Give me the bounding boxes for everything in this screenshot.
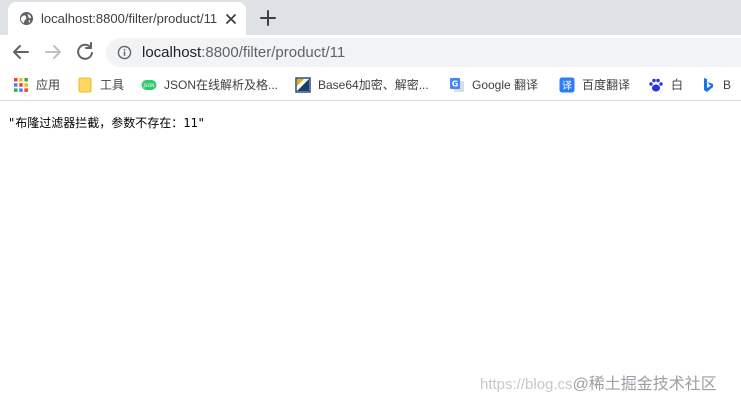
arrow-right-icon[interactable] <box>41 40 65 64</box>
svg-text:译: 译 <box>562 80 572 92</box>
address-bar[interactable]: localhost:8800/filter/product/11 <box>106 38 741 67</box>
bookmark-apps[interactable]: 应用 <box>13 75 60 95</box>
google-translate-icon: G <box>450 78 464 92</box>
tab-active[interactable]: localhost:8800/filter/product/11 <box>8 2 246 35</box>
arrow-left-icon[interactable] <box>9 40 33 64</box>
bookmark-json[interactable]: JSON JSON在线解析及格... <box>141 75 278 95</box>
baidu-paw-icon <box>649 78 663 92</box>
bookmark-label: Base64加密、解密... <box>318 78 429 92</box>
response-body-text: "布隆过滤器拦截，参数不存在：11" <box>8 116 205 130</box>
json-icon: JSON <box>141 80 157 90</box>
reload-icon[interactable] <box>73 40 97 64</box>
tab-strip: localhost:8800/filter/product/11 <box>0 0 741 35</box>
bing-icon <box>704 78 713 92</box>
url-path: :8800/filter/product/11 <box>201 44 346 61</box>
baidu-translate-icon: 译 <box>559 77 575 93</box>
apps-grid-icon <box>14 78 28 92</box>
bookmark-label: Google 翻译 <box>472 78 539 92</box>
base64-icon <box>295 77 311 93</box>
bookmark-bing[interactable]: B <box>700 75 731 95</box>
new-tab-plus-icon[interactable] <box>257 7 279 29</box>
bookmark-label: 百度翻译 <box>582 78 631 92</box>
bookmarks-bar: 应用 工具 JSON JSON在线解析及格... Base64加密、解密... … <box>0 69 741 101</box>
url-host: localhost <box>142 44 202 61</box>
watermark-url: https://blog.cs <box>480 376 573 393</box>
svg-text:G: G <box>452 80 459 89</box>
bookmark-baidu-translate[interactable]: 译 百度翻译 <box>559 75 630 95</box>
tab-title: localhost:8800/filter/product/11 <box>41 11 218 26</box>
bookmark-base64[interactable]: Base64加密、解密... <box>295 75 429 95</box>
bookmark-label: 白 <box>671 78 684 92</box>
bookmark-baidu[interactable]: 白 <box>648 75 683 95</box>
bookmark-label: JSON在线解析及格... <box>164 78 279 92</box>
bookmark-folder-tools[interactable]: 工具 <box>77 75 124 95</box>
bookmark-google-translate[interactable]: G Google 翻译 <box>449 75 538 95</box>
bookmark-label: 工具 <box>100 78 125 92</box>
folder-icon <box>78 77 92 93</box>
close-icon[interactable] <box>222 10 240 28</box>
globe-icon <box>19 11 34 26</box>
browser-toolbar: localhost:8800/filter/product/11 <box>0 35 741 69</box>
bookmark-label: 应用 <box>36 78 61 92</box>
watermark-brand: @稀土掘金技术社区 <box>572 376 717 393</box>
bookmark-label: B <box>723 78 732 92</box>
info-icon[interactable] <box>117 45 132 60</box>
url-text[interactable]: localhost:8800/filter/product/11 <box>142 43 345 62</box>
watermark: https://blog.cs@稀土掘金技术社区 <box>480 370 717 394</box>
svg-text:JSON: JSON <box>142 83 154 89</box>
